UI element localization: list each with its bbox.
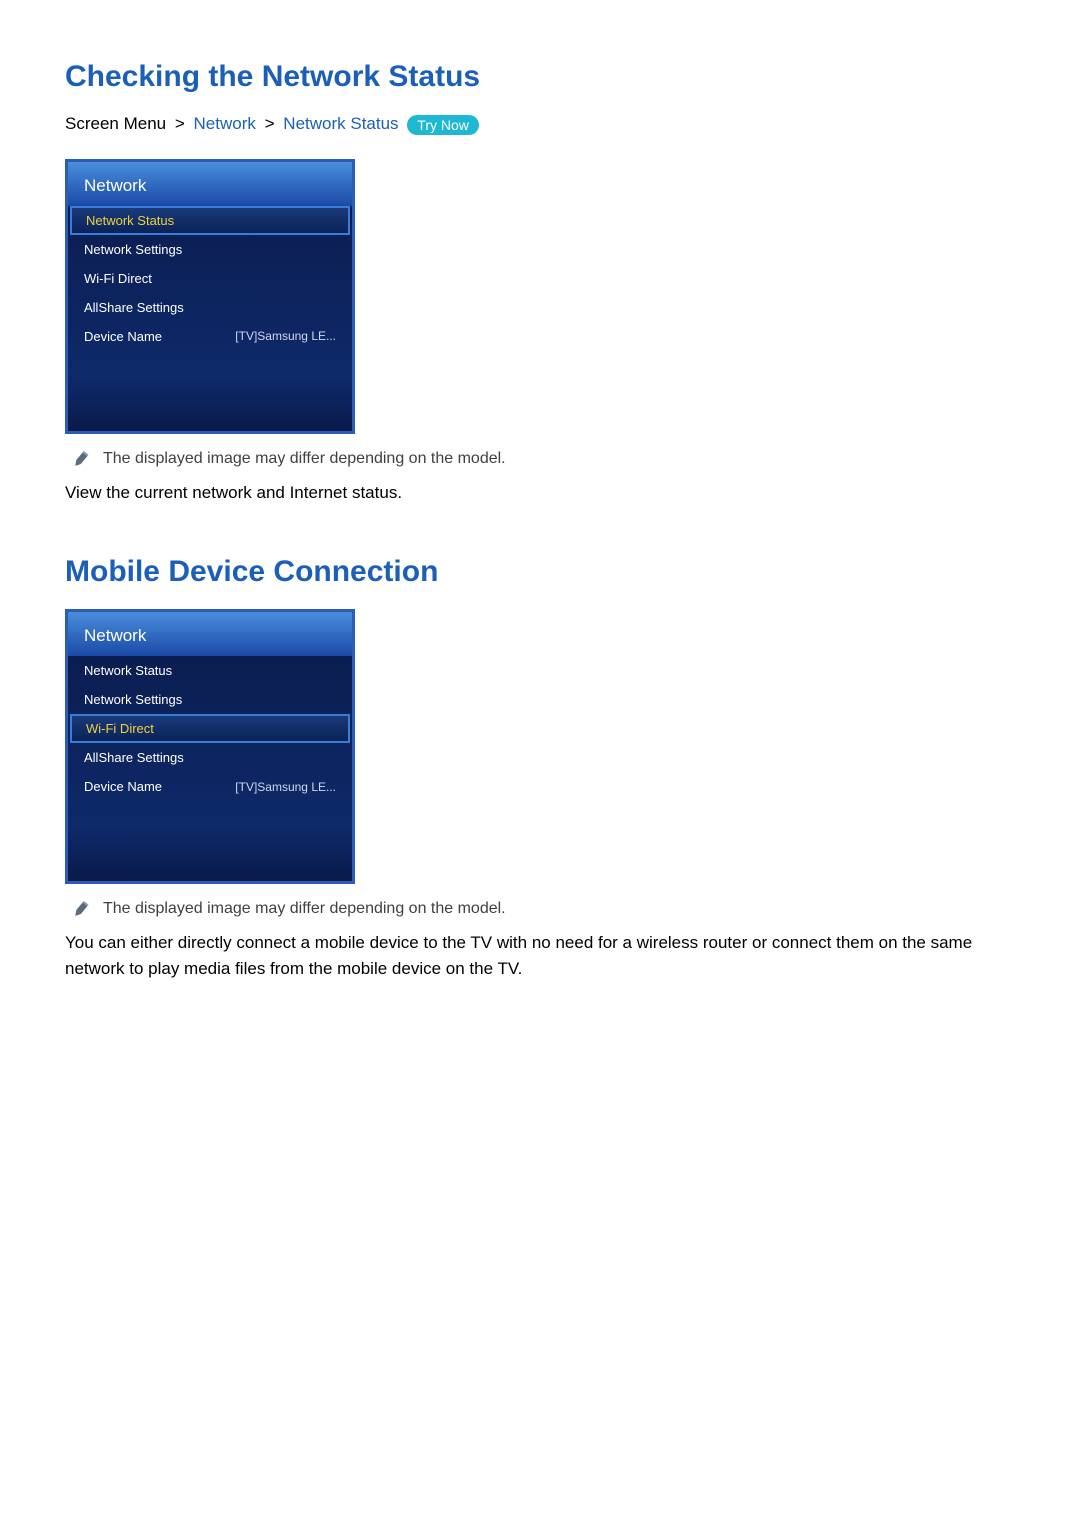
note-text: The displayed image may differ depending… [103, 900, 506, 918]
breadcrumb: Screen Menu > Network > Network Status T… [65, 114, 1015, 135]
pencil-icon [71, 900, 93, 923]
tv-menu-item-wifi-direct[interactable]: Wi-Fi Direct [70, 714, 350, 743]
note-row: The displayed image may differ depending… [75, 450, 1015, 470]
tv-menu-item-network-status[interactable]: Network Status [68, 656, 352, 685]
menu-item-label: Network Status [84, 663, 172, 678]
tv-menu-panel: Network Network Status Network Settings … [65, 159, 355, 434]
tv-menu-item-network-status[interactable]: Network Status [70, 206, 350, 235]
tv-menu-item-network-settings[interactable]: Network Settings [68, 685, 352, 714]
tv-menu-item-device-name[interactable]: Device Name [TV]Samsung LE... [68, 322, 352, 351]
breadcrumb-prefix: Screen Menu [65, 114, 166, 133]
section-body-text: You can either directly connect a mobile… [65, 930, 1015, 981]
tv-menu-item-device-name[interactable]: Device Name [TV]Samsung LE... [68, 772, 352, 801]
tv-menu-item-allshare-settings[interactable]: AllShare Settings [68, 293, 352, 322]
section-title-mobile-connection: Mobile Device Connection [65, 555, 1015, 589]
pencil-icon [71, 449, 93, 472]
tv-menu-body: Network Status Network Settings Wi-Fi Di… [68, 656, 352, 881]
breadcrumb-sep: > [265, 114, 275, 133]
tv-menu-body: Network Status Network Settings Wi-Fi Di… [68, 206, 352, 431]
tv-menu-header: Network [68, 612, 352, 656]
breadcrumb-link-network[interactable]: Network [194, 114, 256, 133]
menu-item-label: Device Name [84, 329, 162, 344]
section-title-network-status: Checking the Network Status [65, 60, 1015, 94]
menu-item-value: [TV]Samsung LE... [235, 329, 336, 343]
menu-item-label: Network Settings [84, 242, 182, 257]
tv-menu-panel: Network Network Status Network Settings … [65, 609, 355, 884]
menu-item-label: Network Status [86, 213, 174, 228]
menu-item-label: Wi-Fi Direct [86, 721, 154, 736]
try-now-button[interactable]: Try Now [407, 115, 479, 135]
menu-item-label: Device Name [84, 779, 162, 794]
tv-menu-item-allshare-settings[interactable]: AllShare Settings [68, 743, 352, 772]
note-text: The displayed image may differ depending… [103, 450, 506, 468]
menu-item-label: AllShare Settings [84, 750, 184, 765]
tv-menu-header: Network [68, 162, 352, 206]
tv-menu-item-network-settings[interactable]: Network Settings [68, 235, 352, 264]
note-row: The displayed image may differ depending… [75, 900, 1015, 920]
menu-item-label: Network Settings [84, 692, 182, 707]
breadcrumb-sep: > [175, 114, 185, 133]
menu-item-value: [TV]Samsung LE... [235, 780, 336, 794]
tv-menu-item-wifi-direct[interactable]: Wi-Fi Direct [68, 264, 352, 293]
breadcrumb-link-network-status[interactable]: Network Status [283, 114, 398, 133]
menu-item-label: Wi-Fi Direct [84, 271, 152, 286]
menu-item-label: AllShare Settings [84, 300, 184, 315]
section-body-text: View the current network and Internet st… [65, 480, 1015, 506]
